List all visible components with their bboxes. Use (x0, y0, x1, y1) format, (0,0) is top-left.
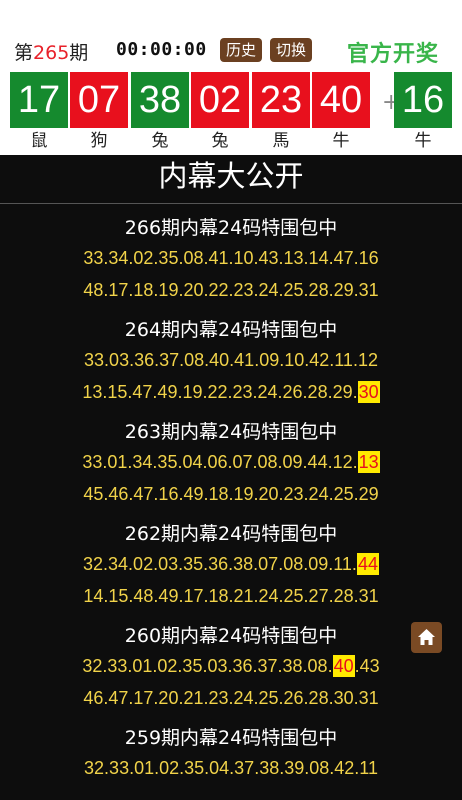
record-numbers: 32.33.01.02.35.03.36.37.38.08. (82, 656, 333, 676)
record-numbers: .43 (354, 656, 380, 676)
ball-zodiac: 鼠 (30, 131, 48, 151)
record-title: 262期内幕24码特围包中 (124, 523, 338, 545)
home-icon (418, 629, 435, 645)
issue-number: 265 (33, 42, 70, 64)
ball-number: 02 (191, 72, 249, 128)
section-banner: 内幕大公开 (0, 155, 462, 204)
record-title: 259期内幕24码特围包中 (124, 727, 338, 749)
issue-suffix: 期 (69, 42, 89, 64)
hit-number: 40 (332, 655, 355, 677)
draw-panel: 第265期 00:00:00 历史 切换 官方开奖 17 鼠 07 狗 38 兔… (0, 0, 462, 155)
ball-number: 40 (312, 72, 370, 128)
record-line: 48.17.18.19.20.22.23.24.25.28.29.31 (83, 280, 379, 300)
ball-1: 17 鼠 (10, 72, 68, 154)
record-line: 13.15.47.49.19.22.23.24.26.28.29.30 (0, 376, 462, 408)
special-ball: 16 牛 (394, 72, 452, 154)
official-draw-logo: 官方开奖 (347, 42, 440, 67)
record-item: 260期内幕24码特围包中 32.33.01.02.35.03.36.37.38… (0, 612, 462, 714)
hit-number: 30 (357, 381, 380, 403)
record-item: 266期内幕24码特围包中 33.34.02.35.08.41.10.43.13… (0, 204, 462, 306)
ball-zodiac: 牛 (332, 131, 350, 151)
record-line: 32.33.01.02.35.03.36.37.38.08.40.43 (0, 650, 462, 682)
record-numbers: 33.01.34.35.04.06.07.08.09.44.12. (82, 452, 358, 472)
ball-number: 07 (70, 72, 128, 128)
record-numbers: 13.15.47.49.19.22.23.24.26.28.29. (82, 382, 358, 402)
record-numbers: 32.34.02.03.35.36.38.07.08.09.11. (83, 554, 357, 574)
ball-3: 38 兔 (131, 72, 189, 154)
ball-number: 23 (252, 72, 310, 128)
ball-6: 40 牛 (312, 72, 370, 154)
ball-zodiac: 兔 (151, 131, 169, 151)
record-line: 14.15.48.49.17.18.21.24.25.27.28.31 (83, 586, 379, 606)
countdown-timer: 00:00:00 (116, 39, 207, 60)
record-item: 259期内幕24码特围包中 32.33.01.02.35.04.37.38.39… (0, 714, 462, 784)
ball-zodiac: 馬 (272, 131, 290, 151)
record-title: 260期内幕24码特围包中 (124, 625, 338, 647)
record-item: 263期内幕24码特围包中 33.01.34.35.04.06.07.08.09… (0, 408, 462, 510)
record-line: 33.03.36.37.08.40.41.09.10.42.11.12 (84, 350, 378, 370)
record-line: 33.01.34.35.04.06.07.08.09.44.12.13 (0, 446, 462, 478)
ball-number: 17 (10, 72, 68, 128)
ball-2: 07 狗 (70, 72, 128, 154)
ball-number: 38 (131, 72, 189, 128)
ball-4: 02 兔 (191, 72, 249, 154)
draw-header: 第265期 00:00:00 历史 切换 官方开奖 (0, 36, 462, 67)
ball-5: 23 馬 (252, 72, 310, 154)
record-line: 46.47.17.20.21.23.24.25.26.28.30.31 (83, 688, 379, 708)
switch-button[interactable]: 切换 (270, 38, 313, 62)
record-list: 266期内幕24码特围包中 33.34.02.35.08.41.10.43.13… (0, 204, 462, 784)
history-button[interactable]: 历史 (220, 38, 263, 62)
record-title: 263期内幕24码特围包中 (124, 421, 338, 443)
ball-zodiac: 兔 (211, 131, 229, 151)
hit-number: 44 (356, 553, 379, 575)
ball-zodiac: 狗 (90, 131, 108, 151)
issue-prefix: 第 (14, 42, 34, 64)
ball-number: 16 (394, 72, 452, 128)
home-button[interactable] (411, 622, 442, 653)
record-line: 32.34.02.03.35.36.38.07.08.09.11.44 (0, 548, 462, 580)
hit-number: 13 (357, 451, 380, 473)
record-item: 264期内幕24码特围包中 33.03.36.37.08.40.41.09.10… (0, 306, 462, 408)
record-line: 32.33.01.02.35.04.37.38.39.08.42.11 (84, 758, 378, 778)
issue-label: 第265期 (14, 38, 88, 65)
record-title: 266期内幕24码特围包中 (124, 217, 338, 239)
record-title: 264期内幕24码特围包中 (124, 319, 338, 341)
ball-zodiac: 牛 (414, 131, 432, 151)
record-line: 33.34.02.35.08.41.10.43.13.14.47.16 (83, 248, 379, 268)
record-line: 45.46.47.16.49.18.19.20.23.24.25.29 (83, 484, 379, 504)
record-item: 262期内幕24码特围包中 32.34.02.03.35.36.38.07.08… (0, 510, 462, 612)
